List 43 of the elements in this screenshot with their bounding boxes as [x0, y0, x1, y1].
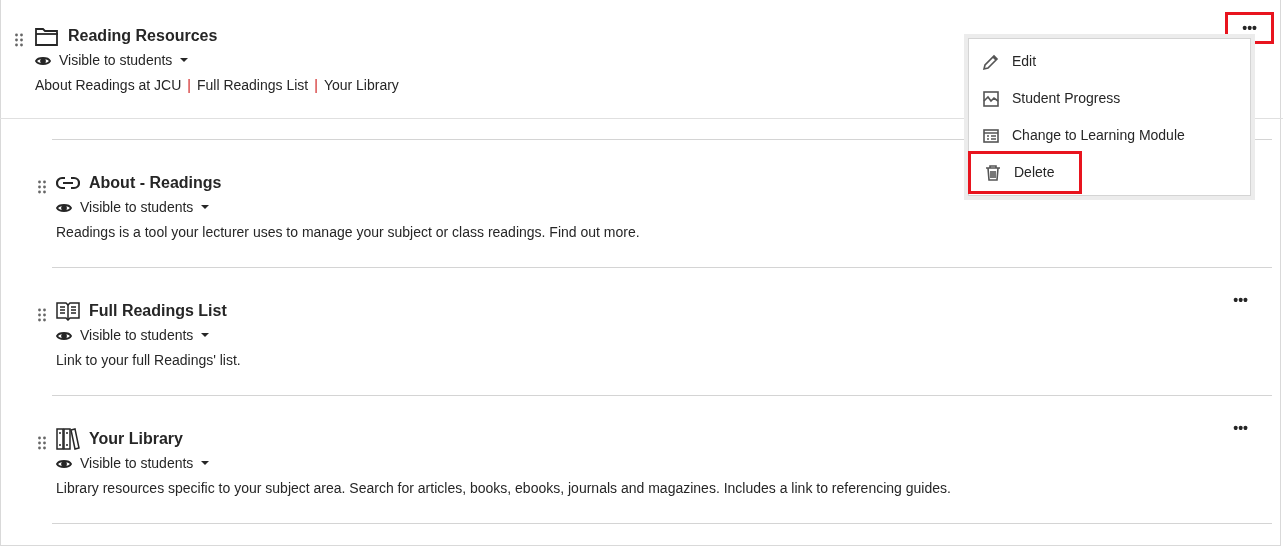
books-icon: [56, 427, 80, 451]
menu-item[interactable]: Student Progress: [969, 80, 1250, 117]
trash-icon: [984, 163, 1002, 182]
visibility-dropdown[interactable]: Visible to students: [56, 325, 241, 346]
visibility-dropdown[interactable]: Visible to students: [56, 197, 640, 218]
separator: |: [187, 76, 191, 95]
eye-icon: [56, 457, 72, 470]
folder-icon: [35, 26, 59, 46]
visibility-dropdown[interactable]: Visible to students: [56, 453, 951, 474]
link[interactable]: Your Library: [323, 75, 399, 96]
link[interactable]: Full Readings List: [196, 75, 309, 96]
caret-icon: [180, 58, 189, 63]
menu-item[interactable]: Delete: [971, 154, 1079, 191]
more-options-button[interactable]: •••: [1228, 15, 1271, 41]
pencil-icon: [982, 52, 1000, 71]
list-icon: [982, 126, 1000, 145]
item-description: Library resources specific to your subject area. Search for articles, books, ebooks, journals and magazines. Includes a link to referencing guides.: [56, 479, 951, 498]
visibility-dropdown[interactable]: Visible to students: [35, 50, 399, 71]
item-description: Link to your full Readings' list.: [56, 351, 241, 370]
caret-icon: [201, 333, 210, 338]
item-title[interactable]: Your Library: [89, 427, 183, 451]
drag-handle-icon[interactable]: [38, 180, 46, 194]
item-description: Readings is a tool your lecturer uses to manage your subject or class readings. Find out more.: [56, 223, 640, 242]
drag-handle-icon[interactable]: [38, 436, 46, 450]
chart-icon: [982, 89, 1000, 108]
book-icon: [56, 301, 80, 321]
caret-icon: [201, 461, 210, 466]
more-options-button[interactable]: •••: [1225, 289, 1256, 311]
eye-icon: [35, 54, 51, 67]
drag-handle-icon[interactable]: [38, 308, 46, 322]
folder-title[interactable]: Reading Resources: [68, 24, 218, 48]
separator: |: [314, 76, 318, 95]
link-icon: [56, 176, 80, 190]
item-title[interactable]: Full Readings List: [89, 299, 227, 323]
menu-item[interactable]: Edit: [969, 43, 1250, 80]
item-title[interactable]: About - Readings: [89, 171, 222, 195]
drag-handle-icon[interactable]: [15, 33, 23, 47]
menu-item[interactable]: Change to Learning Module: [969, 117, 1250, 154]
link[interactable]: About Readings at JCU: [35, 75, 182, 96]
eye-icon: [56, 329, 72, 342]
more-options-button[interactable]: •••: [1225, 417, 1256, 439]
caret-icon: [201, 205, 210, 210]
eye-icon: [56, 201, 72, 214]
